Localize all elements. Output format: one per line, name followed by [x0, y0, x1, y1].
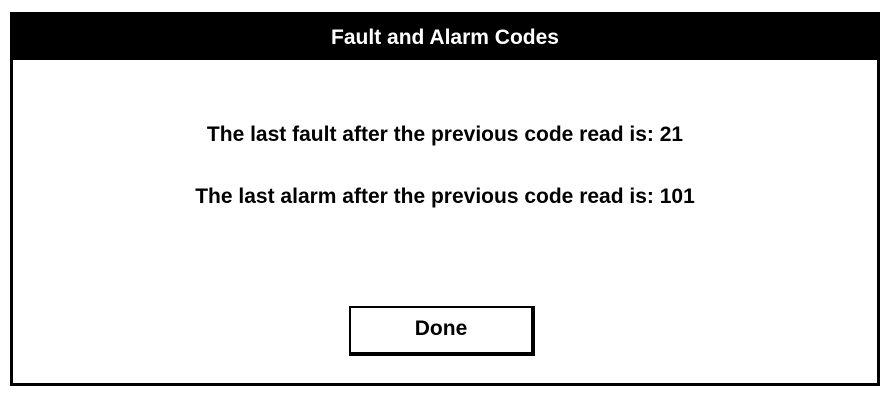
fault-alarm-dialog: Fault and Alarm Codes The last fault aft…: [10, 12, 880, 386]
last-alarm-message: The last alarm after the previous code r…: [195, 185, 695, 208]
dialog-title: Fault and Alarm Codes: [13, 15, 877, 60]
last-fault-message: The last fault after the previous code r…: [206, 123, 684, 146]
done-button[interactable]: Done: [349, 306, 535, 356]
